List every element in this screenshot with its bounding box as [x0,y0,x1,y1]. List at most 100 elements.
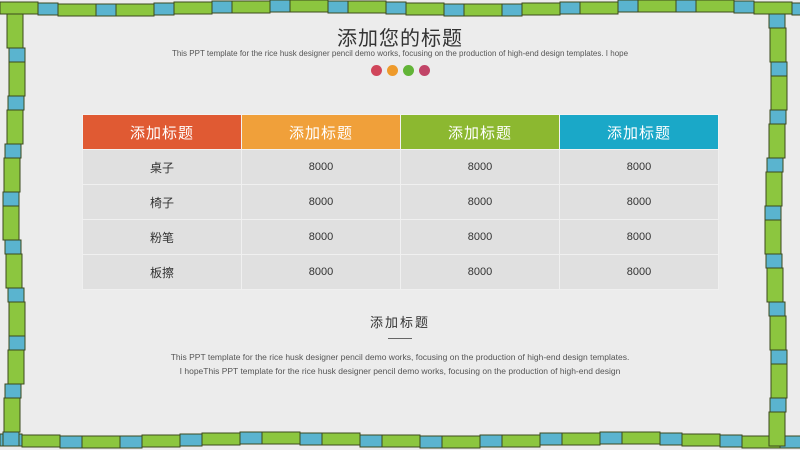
frame-segment [179,433,203,447]
body-line-1: This PPT template for the rice husk desi… [170,352,630,362]
frame-segment [173,1,213,15]
slide-title: 添加您的标题 [337,26,463,50]
frame-segment [5,253,23,289]
frame-segment [81,435,121,449]
table-header-cell: 添加标题 [400,114,560,150]
frame-segment [769,397,787,413]
frame-segment [765,171,783,207]
section-body: This PPT template for the rice husk desi… [0,350,800,378]
frame-segment [269,0,291,13]
frame-segment [321,432,361,446]
dot-1 [370,65,382,76]
frame-segment [381,434,421,448]
frame-segment [153,2,175,16]
frame-segment [753,1,793,15]
frame-segment [637,0,677,13]
table-cell: 8000 [400,219,560,255]
frame-segment [719,434,743,448]
frame-segment [599,431,623,445]
frame-segment [681,433,721,447]
frame-segment [385,1,407,15]
table-row: 椅子 8000 8000 8000 [82,184,719,220]
frame-segment [21,434,61,448]
table-cell: 8000 [400,184,560,220]
frame-segment [7,287,25,303]
frame-segment [359,434,383,448]
table-cell: 8000 [241,254,401,290]
row-name: 粉笔 [82,219,242,255]
table-header-row: 添加标题 添加标题 添加标题 添加标题 [82,114,719,150]
data-table: 添加标题 添加标题 添加标题 添加标题 桌子 8000 8000 8000 椅子… [82,114,719,290]
frame-segment [6,109,24,145]
frame-segment [621,431,661,445]
frame-segment [768,411,786,447]
frame-segment [4,239,22,255]
frame-segment [211,0,233,14]
frame-segment [764,219,782,255]
table-cell: 8000 [241,184,401,220]
frame-segment [141,434,181,448]
frame-segment [463,3,503,17]
section-title: 添加标题 [369,316,430,331]
table-cell: 8000 [559,219,719,255]
frame-segment [95,3,117,17]
frame-segment [659,432,683,446]
frame-segment [3,397,21,433]
frame-segment [791,2,800,16]
table-cell: 8000 [241,149,401,185]
frame-segment [2,205,20,241]
frame-segment [405,2,445,16]
frame-segment [299,432,323,446]
table-row: 板擦 8000 8000 8000 [82,254,719,290]
frame-segment [231,0,271,14]
frame-segment [289,0,329,13]
table-header-cell: 添加标题 [559,114,719,150]
table-cell: 8000 [400,254,560,290]
frame-segment [675,0,697,13]
row-name: 桌子 [82,149,242,185]
frame-segment [115,3,155,17]
frame-segment [521,2,561,16]
frame-segment [501,434,541,448]
dot-4 [418,65,430,76]
frame-segment [419,435,443,449]
frame-segment [768,123,786,159]
frame-segment [261,431,301,445]
frame-segment [695,0,735,13]
table-cell: 8000 [559,254,719,290]
row-name: 板擦 [82,254,242,290]
frame-segment [327,0,349,14]
frame-segment [561,432,601,446]
frame-segment [2,431,20,447]
table-row: 桌子 8000 8000 8000 [82,149,719,185]
frame-segment [443,3,465,17]
frame-segment [119,435,143,449]
frame-segment [0,1,39,15]
frame-segment [347,0,387,14]
frame-segment [766,157,784,173]
table-cell: 8000 [559,184,719,220]
table-cell: 8000 [400,149,560,185]
frame-segment [764,205,782,221]
frame-segment [3,157,21,193]
frame-segment [770,75,788,111]
frame-segment [479,434,503,448]
frame-segment [579,1,619,15]
table-header-cell: 添加标题 [82,114,242,150]
frame-segment [239,431,263,445]
frame-segment [559,1,581,15]
table-cell: 8000 [559,149,719,185]
frame-segment [2,191,20,207]
frame-segment [733,0,755,14]
frame-segment [617,0,639,13]
frame-segment [4,143,22,159]
row-name: 椅子 [82,184,242,220]
dot-2 [386,65,398,76]
frame-segment [37,2,59,16]
table-header-cell: 添加标题 [241,114,401,150]
section-divider [388,338,412,339]
frame-segment [765,253,783,269]
dot-3 [402,65,414,76]
table-row: 粉笔 8000 8000 8000 [82,219,719,255]
frame-segment [7,95,25,111]
